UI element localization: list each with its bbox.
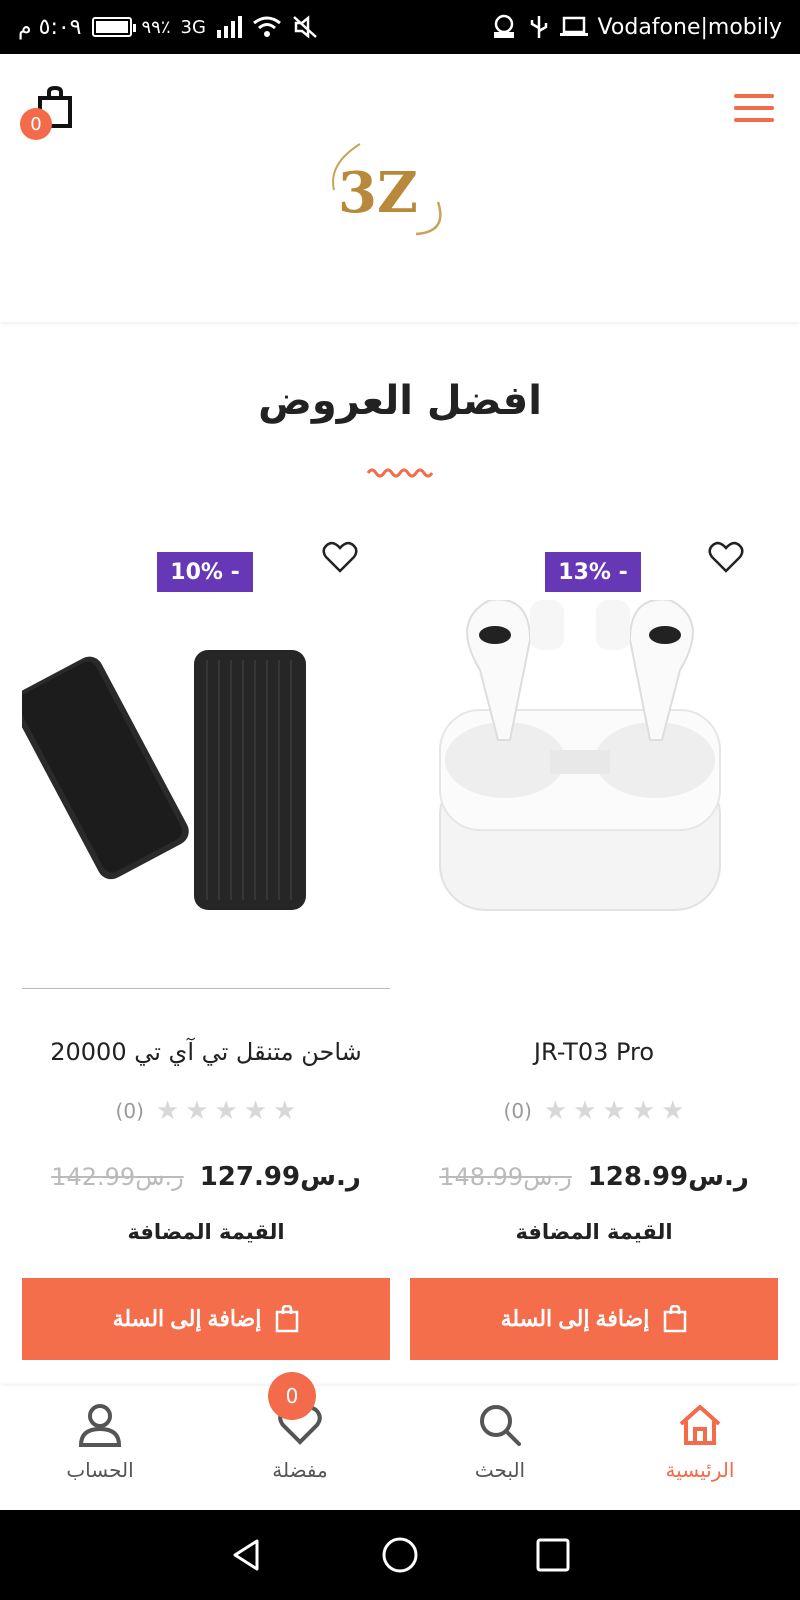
product-name[interactable]: شاحن متنقل تي آي تي 20000 [22, 1038, 390, 1066]
svg-text:3Z: 3Z [338, 160, 418, 226]
price-row: ر.س128.99 ر.س148.99 [410, 1162, 778, 1192]
star-icon: ★ [155, 1096, 180, 1126]
user-icon [78, 1404, 122, 1447]
star-icon: ★ [243, 1096, 268, 1126]
vat-label: القيمة المضافة [515, 1220, 673, 1244]
discount-badge: 13% - [545, 552, 641, 592]
current-price: ر.س128.99 [587, 1162, 749, 1192]
section-title: افضل العروض [258, 378, 542, 424]
home-button-icon[interactable] [380, 1535, 420, 1575]
rating-stars: ★ ★ ★ ★ ★ (0) [22, 1098, 390, 1124]
star-icon: ★ [543, 1096, 568, 1126]
star-icon: ★ [631, 1096, 656, 1126]
nav-favorites-label: مفضلة [272, 1458, 328, 1482]
search-icon [480, 1405, 521, 1446]
usb-icon [530, 16, 547, 38]
star-icon: ★ [573, 1096, 597, 1126]
hamburger-icon-line [734, 106, 774, 110]
star-icon: ★ [661, 1096, 685, 1126]
home-icon [679, 1405, 721, 1445]
bottom-navigation: الرئيسية البحث مفضلة الحساب 0 [0, 1372, 800, 1510]
discount-badge: 10% - [157, 552, 253, 592]
nav-home[interactable]: الرئيسية [600, 1386, 800, 1510]
add-to-cart-label: إضافة إلى السلة [500, 1306, 650, 1331]
product-card[interactable]: 10% - شاحن متنقل تي آي تي 20000 ★ ★ ★ ★ … [11, 530, 390, 1360]
wishlist-button[interactable] [708, 540, 744, 574]
add-to-cart-button[interactable]: إضافة إلى السلة [410, 1278, 778, 1360]
status-left: ٥:٠٩ م ٩٩٪ 3G [18, 15, 318, 40]
app-notification-icon [493, 14, 514, 38]
star-icon: ★ [602, 1096, 626, 1126]
heart-icon [322, 541, 358, 573]
star-icon: ★ [273, 1096, 297, 1126]
cart-icon [664, 1305, 687, 1333]
nav-account-label: الحساب [66, 1458, 134, 1482]
status-bar: ٥:٠٩ م ٩٩٪ 3G Vodafone|mobily [0, 0, 800, 54]
nav-home-label: الرئيسية [665, 1458, 735, 1482]
title-underline-wave [366, 468, 434, 478]
nav-search-label: البحث [474, 1458, 526, 1482]
nav-search[interactable]: البحث [400, 1386, 600, 1510]
laptop-icon [559, 16, 588, 36]
original-price: ر.س148.99 [439, 1163, 572, 1191]
price-row: ر.س127.99 ر.س142.99 [22, 1162, 390, 1192]
battery-icon [91, 17, 136, 37]
vat-label: القيمة المضافة [127, 1220, 285, 1244]
recents-icon[interactable] [533, 1535, 573, 1575]
star-icon: ★ [185, 1096, 209, 1126]
back-icon[interactable] [227, 1535, 267, 1575]
hamburger-icon-line [734, 118, 774, 122]
wifi-icon [253, 16, 281, 37]
product-name[interactable]: JR-T03 Pro [410, 1038, 778, 1066]
product-image-powerbank[interactable] [11, 600, 390, 930]
add-to-cart-label: إضافة إلى السلة [112, 1306, 262, 1331]
product-card[interactable]: 13% - JR-T03 Pro ★ ★ ★ ★ ★ (0) ر.س128.99 [410, 530, 778, 1360]
cart-icon [276, 1305, 299, 1333]
app-header: 0 3Z [0, 54, 800, 322]
original-price: ر.س142.99 [51, 1163, 184, 1191]
system-navigation-bar [0, 1510, 800, 1600]
network-type: 3G [180, 16, 206, 38]
brand-logo[interactable]: 3Z [320, 124, 470, 244]
nav-account[interactable]: الحساب [0, 1386, 200, 1510]
hamburger-icon-line [734, 94, 774, 98]
menu-button[interactable] [734, 94, 774, 128]
status-time: ٥:٠٩ م [18, 14, 82, 40]
status-right: Vodafone|mobily [490, 14, 782, 40]
product-image-earbuds[interactable] [410, 598, 778, 930]
battery-level: ٩٩٪ [141, 16, 171, 38]
wishlist-button[interactable] [322, 540, 358, 574]
carrier-name: Vodafone|mobily [597, 14, 782, 40]
heart-icon [708, 541, 744, 573]
star-icon: ★ [214, 1096, 238, 1126]
current-price: ر.س127.99 [199, 1162, 361, 1192]
cart-count-badge: 0 [20, 108, 52, 140]
image-divider [22, 988, 390, 989]
rating-count: (0) [115, 1099, 144, 1123]
favorites-count-badge: 0 [268, 1372, 316, 1420]
rating-count: (0) [503, 1099, 532, 1123]
add-to-cart-button[interactable]: إضافة إلى السلة [22, 1278, 390, 1360]
signal-icon [216, 16, 242, 38]
mute-icon [293, 15, 317, 39]
rating-stars: ★ ★ ★ ★ ★ (0) [410, 1098, 778, 1124]
